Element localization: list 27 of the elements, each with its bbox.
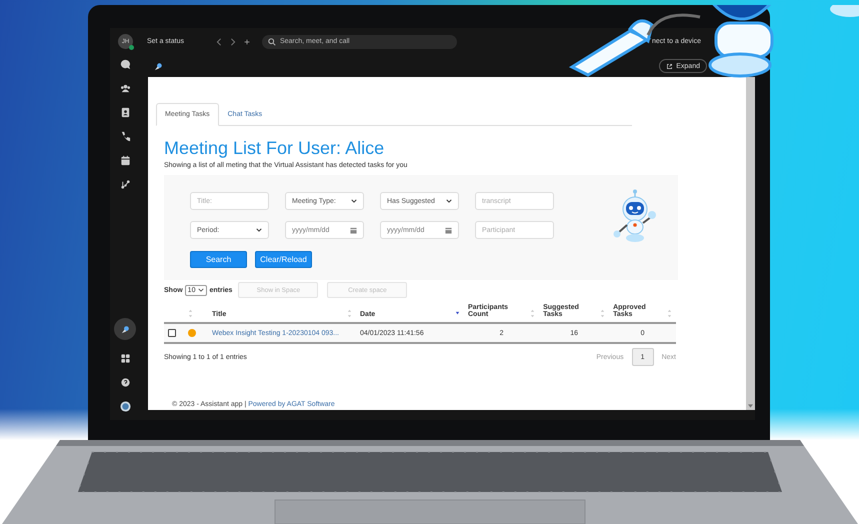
phone-icon[interactable] <box>120 131 130 142</box>
plus-icon[interactable] <box>244 38 250 46</box>
calendar-icon <box>445 226 452 234</box>
rail-item[interactable] <box>114 318 136 340</box>
caret-icon <box>198 288 204 292</box>
nodes-icon[interactable] <box>120 179 130 190</box>
scroll-down-icon[interactable] <box>748 404 753 408</box>
caret-icon <box>256 228 262 232</box>
page-heading: Meeting List For User: Alice <box>164 138 386 159</box>
external-link-icon <box>666 62 674 70</box>
caret-icon <box>351 199 357 203</box>
people-icon[interactable] <box>120 83 130 94</box>
apps-icon[interactable] <box>120 353 130 364</box>
contact-card-icon[interactable] <box>120 107 130 118</box>
assistant-icon[interactable] <box>154 62 163 70</box>
search-icon <box>268 38 276 46</box>
calendar-icon <box>350 226 357 234</box>
user-avatar[interactable] <box>120 401 130 412</box>
assistant-icon[interactable] <box>120 324 130 334</box>
scrollbar[interactable] <box>746 77 755 410</box>
forward-icon[interactable] <box>230 38 236 46</box>
calendar-icon[interactable] <box>120 155 130 166</box>
chat-icon[interactable] <box>120 59 130 70</box>
row-checkbox[interactable] <box>168 329 176 337</box>
help-icon[interactable] <box>120 377 130 388</box>
caret-icon <box>446 199 452 203</box>
back-icon[interactable] <box>216 38 222 46</box>
